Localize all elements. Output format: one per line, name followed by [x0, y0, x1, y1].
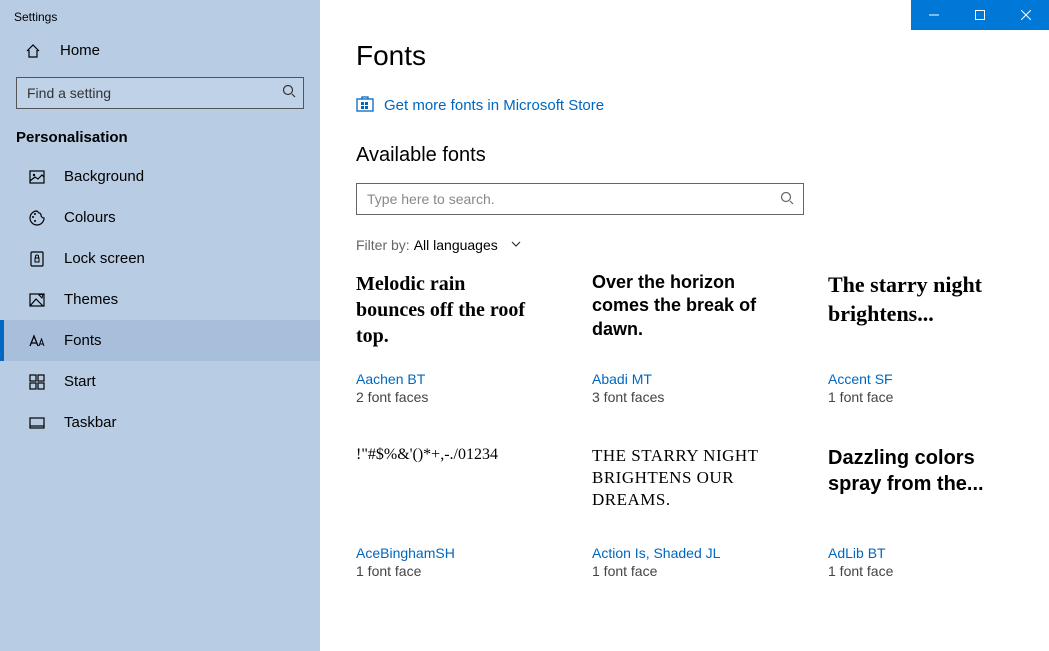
nav-item-taskbar[interactable]: Taskbar: [0, 402, 320, 443]
home-icon: [24, 43, 42, 59]
font-card[interactable]: !"#$%&'()*+,-./01234 AceBinghamSH 1 font f…: [356, 445, 532, 579]
maximize-button[interactable]: [957, 0, 1003, 30]
page-title: Fonts: [356, 40, 1013, 72]
nav-item-themes[interactable]: Themes: [0, 279, 320, 320]
filter-label: Filter by:: [356, 237, 410, 253]
home-link[interactable]: Home: [0, 32, 320, 71]
font-faces: 3 font faces: [592, 389, 768, 405]
font-name: Aachen BT: [356, 371, 532, 387]
font-search[interactable]: [356, 183, 804, 215]
lockscreen-icon: [28, 251, 46, 267]
font-card[interactable]: THE STARRY NIGHT BRIGHTENS OUR DREAMS. Ac…: [592, 445, 768, 579]
nav-item-fonts[interactable]: Fonts: [0, 320, 320, 361]
nav-item-label: Themes: [64, 291, 118, 308]
find-setting-search[interactable]: [16, 77, 304, 109]
find-setting-input[interactable]: [16, 77, 304, 109]
section-header: Personalisation: [0, 123, 320, 156]
content: Fonts Get more fonts in Microsoft Store …: [320, 30, 1049, 589]
font-faces: 1 font face: [828, 563, 1004, 579]
nav-item-lockscreen[interactable]: Lock screen: [0, 238, 320, 279]
nav-list: Background Colours Lock screen Themes Fonts S…: [0, 156, 320, 443]
store-icon: [356, 94, 374, 116]
home-label: Home: [60, 42, 100, 59]
nav-item-background[interactable]: Background: [0, 156, 320, 197]
font-name: AdLib BT: [828, 545, 1004, 561]
themes-icon: [28, 292, 46, 308]
taskbar-icon: [28, 415, 46, 431]
font-name: Abadi MT: [592, 371, 768, 387]
store-link-label: Get more fonts in Microsoft Store: [384, 97, 604, 114]
font-sample: Melodic rain bounces off the roof top.: [356, 271, 532, 363]
minimize-button[interactable]: [911, 0, 957, 30]
store-link[interactable]: Get more fonts in Microsoft Store: [356, 94, 1013, 116]
font-sample: THE STARRY NIGHT BRIGHTENS OUR DREAMS.: [592, 445, 768, 537]
nav-item-label: Start: [64, 373, 96, 390]
nav-item-label: Background: [64, 168, 144, 185]
font-sample: Over the horizon comes the break of dawn…: [592, 271, 768, 363]
font-search-input[interactable]: [356, 183, 804, 215]
background-icon: [28, 169, 46, 185]
font-name: Accent SF: [828, 371, 1004, 387]
filter-dropdown[interactable]: Filter by: All languages: [356, 237, 1013, 253]
close-button[interactable]: [1003, 0, 1049, 30]
colours-icon: [28, 210, 46, 226]
app-title: Settings: [0, 0, 320, 32]
fonts-icon: [28, 333, 46, 349]
sidebar: Settings Home Personalisation Background…: [0, 0, 320, 651]
font-sample: The starry night brightens...: [828, 271, 1004, 363]
font-grid: Melodic rain bounces off the roof top. Aa…: [356, 271, 1013, 579]
chevron-down-icon: [510, 237, 522, 253]
font-sample: Dazzling colors spray from the...: [828, 445, 1004, 537]
font-card[interactable]: The starry night brightens... Accent SF 1 …: [828, 271, 1004, 405]
main-panel: Fonts Get more fonts in Microsoft Store …: [320, 0, 1049, 651]
nav-item-colours[interactable]: Colours: [0, 197, 320, 238]
font-card[interactable]: Melodic rain bounces off the roof top. Aa…: [356, 271, 532, 405]
font-faces: 1 font face: [592, 563, 768, 579]
available-fonts-header: Available fonts: [356, 144, 1013, 167]
nav-item-label: Colours: [64, 209, 116, 226]
nav-item-label: Taskbar: [64, 414, 117, 431]
font-faces: 2 font faces: [356, 389, 532, 405]
start-icon: [28, 374, 46, 390]
font-faces: 1 font face: [356, 563, 532, 579]
font-name: AceBinghamSH: [356, 545, 532, 561]
filter-value: All languages: [414, 237, 498, 253]
font-faces: 1 font face: [828, 389, 1004, 405]
titlebar: [320, 0, 1049, 30]
nav-item-label: Lock screen: [64, 250, 145, 267]
font-name: Action Is, Shaded JL: [592, 545, 768, 561]
nav-item-start[interactable]: Start: [0, 361, 320, 402]
font-card[interactable]: Over the horizon comes the break of dawn…: [592, 271, 768, 405]
font-sample: !"#$%&'()*+,-./01234: [356, 445, 532, 537]
font-card[interactable]: Dazzling colors spray from the... AdLib B…: [828, 445, 1004, 579]
nav-item-label: Fonts: [64, 332, 102, 349]
